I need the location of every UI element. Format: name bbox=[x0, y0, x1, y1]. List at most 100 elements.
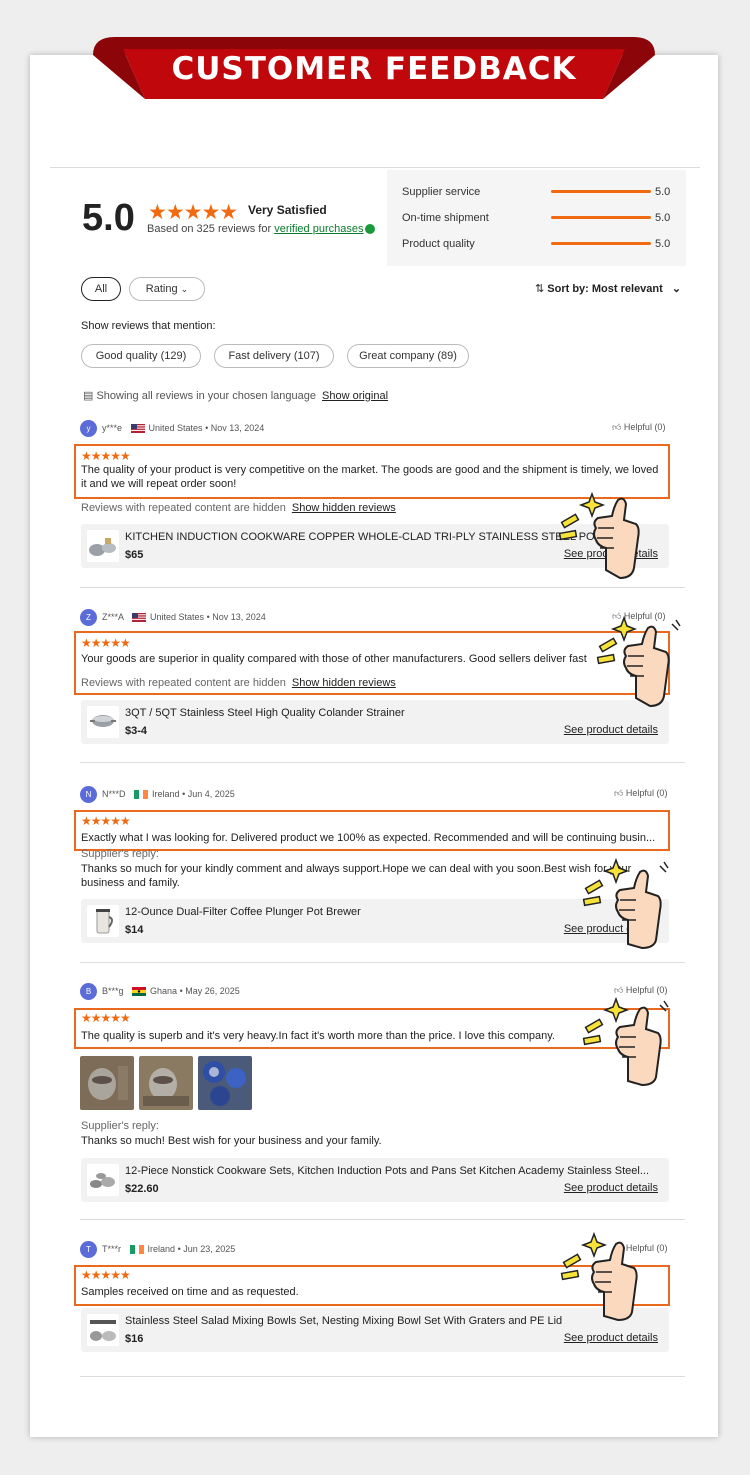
hidden-note-text: Reviews with repeated content are hidden bbox=[81, 502, 286, 514]
avatar: T bbox=[80, 1241, 97, 1258]
divider bbox=[80, 1376, 685, 1377]
reviewer-name: N***D bbox=[102, 788, 126, 799]
avatar: Z bbox=[80, 609, 97, 626]
reviewer-country: United States bbox=[148, 422, 203, 433]
hidden-note: Reviews with repeated content are hidden… bbox=[81, 502, 396, 514]
review-stars: ★★★★★ bbox=[81, 1268, 131, 1282]
sort-dropdown[interactable]: ⇅ Sort by: Most relevant ⌄ bbox=[535, 282, 681, 295]
reviewer-country: Ireland bbox=[152, 788, 180, 799]
show-original-link[interactable]: Show original bbox=[322, 390, 388, 402]
product-thumbnail bbox=[87, 530, 119, 562]
product-price: $65 bbox=[125, 549, 144, 561]
review-count-text: Based on 325 reviews for verified purcha… bbox=[147, 223, 376, 235]
divider bbox=[80, 762, 685, 763]
flag-ireland-icon bbox=[134, 790, 149, 799]
mention-tag[interactable]: Fast delivery (107) bbox=[214, 344, 334, 368]
product-name: 12-Piece Nonstick Cookware Sets, Kitchen… bbox=[125, 1165, 650, 1177]
mention-tag[interactable]: Good quality (129) bbox=[81, 344, 201, 368]
filter-rating-label: Rating bbox=[145, 283, 178, 295]
metric-bar bbox=[551, 242, 651, 245]
show-hidden-reviews-link[interactable]: Show hidden reviews bbox=[292, 502, 396, 514]
divider bbox=[50, 167, 700, 168]
divider bbox=[80, 962, 685, 963]
see-product-details-link[interactable]: See product details bbox=[564, 1332, 658, 1344]
product-thumbnail bbox=[87, 905, 119, 937]
product-price: $22.60 bbox=[125, 1183, 159, 1195]
product-thumbnail bbox=[87, 1314, 119, 1346]
review-text: Your goods are superior in quality compa… bbox=[81, 653, 587, 665]
review-header: N N***D Ireland • Jun 4, 2025 bbox=[80, 786, 235, 803]
metric-value: 5.0 bbox=[655, 238, 671, 250]
helpful-button[interactable]: 👍︎ Helpful (0) bbox=[614, 788, 667, 799]
reviewer-name: Z***A bbox=[102, 611, 124, 622]
product-name: 3QT / 5QT Stainless Steel High Quality C… bbox=[125, 707, 405, 719]
supplier-reply-label: Supplier's reply: bbox=[81, 848, 159, 860]
metric-value: 5.0 bbox=[655, 212, 671, 224]
thumbs-up-sticker-icon bbox=[558, 491, 640, 580]
product-thumbnail bbox=[87, 1164, 119, 1196]
see-product-details-link[interactable]: See product details bbox=[564, 724, 658, 736]
helpful-label: Helpful (0) bbox=[625, 985, 668, 995]
review-stars: ★★★★★ bbox=[81, 449, 131, 463]
review-photo[interactable] bbox=[139, 1056, 193, 1110]
product-card[interactable]: 3QT / 5QT Stainless Steel High Quality C… bbox=[81, 700, 669, 744]
review-date: May 26, 2025 bbox=[185, 985, 240, 996]
avatar: y bbox=[80, 420, 97, 437]
thumbs-up-sticker-icon bbox=[560, 1231, 638, 1322]
language-note-text: Showing all reviews in your chosen langu… bbox=[96, 390, 316, 402]
supplier-reply-text: Thanks so much for your kindly comment a… bbox=[81, 863, 632, 889]
reviewer-name: y***e bbox=[102, 422, 123, 433]
sort-icon: ⇅ bbox=[535, 283, 545, 295]
reviewer-country: United States bbox=[150, 611, 205, 622]
product-price: $3-4 bbox=[125, 725, 148, 737]
reviewer-country: Ireland bbox=[147, 1243, 176, 1254]
metric-bar bbox=[551, 216, 651, 219]
banner-title: CUSTOMER FEEDBACK bbox=[171, 51, 577, 87]
review-text: Exactly what I was looking for. Delivere… bbox=[81, 832, 656, 844]
satisfaction-label: Very Satisfied bbox=[248, 203, 327, 217]
metric-label: Supplier service bbox=[402, 186, 481, 198]
avatar: N bbox=[80, 786, 97, 803]
review-photo[interactable] bbox=[80, 1056, 134, 1110]
metric-value: 5.0 bbox=[655, 186, 671, 198]
banner: CUSTOMER FEEDBACK bbox=[93, 37, 655, 99]
rating-metrics: Supplier service 5.0 On-time shipment 5.… bbox=[387, 170, 686, 266]
metric-bar bbox=[551, 190, 651, 193]
review-header: T T***r Ireland • Jun 23, 2025 bbox=[80, 1241, 235, 1258]
review-photo[interactable] bbox=[198, 1056, 252, 1110]
divider bbox=[80, 587, 685, 588]
chevron-down-icon: ⌄ bbox=[180, 284, 189, 294]
review-text: The quality of your product is very comp… bbox=[81, 464, 659, 490]
avatar: B bbox=[80, 983, 97, 1000]
hidden-note-text: Reviews with repeated content are hidden bbox=[81, 677, 286, 689]
flag-us-icon bbox=[130, 424, 145, 433]
sort-label: Sort by: Most relevant bbox=[547, 283, 663, 295]
helpful-label: Helpful (0) bbox=[623, 422, 666, 432]
see-product-details-link[interactable]: See product details bbox=[564, 1182, 658, 1194]
review-text: The quality is superb and it's very heav… bbox=[81, 1030, 555, 1042]
helpful-button[interactable]: 👍︎ Helpful (0) bbox=[612, 422, 665, 433]
thumbs-up-sticker-icon bbox=[596, 615, 681, 708]
overall-score: 5.0 bbox=[82, 197, 135, 239]
show-hidden-reviews-link[interactable]: Show hidden reviews bbox=[292, 677, 396, 689]
review-stars: ★★★★★ bbox=[81, 814, 131, 828]
review-date: Nov 13, 2024 bbox=[210, 422, 265, 433]
product-price: $16 bbox=[125, 1333, 144, 1345]
chevron-down-icon: ⌄ bbox=[671, 283, 682, 295]
filter-all-button[interactable]: All bbox=[81, 277, 121, 301]
metric-label: Product quality bbox=[402, 238, 475, 250]
verified-purchases-link[interactable]: verified purchases bbox=[274, 223, 363, 235]
mention-tag[interactable]: Great company (89) bbox=[347, 344, 469, 368]
translate-icon: ▤ bbox=[83, 390, 94, 402]
supplier-reply-text: Thanks so much! Best wish for your busin… bbox=[81, 1135, 382, 1147]
review-stars: ★★★★★ bbox=[81, 1011, 131, 1025]
product-card[interactable]: 12-Piece Nonstick Cookware Sets, Kitchen… bbox=[81, 1158, 669, 1202]
product-thumbnail bbox=[87, 706, 119, 738]
product-price: $14 bbox=[125, 924, 144, 936]
review-header: Z Z***A United States • Nov 13, 2024 bbox=[80, 609, 266, 626]
review-header: y y***e United States • Nov 13, 2024 bbox=[80, 420, 265, 437]
filter-rating-dropdown[interactable]: Rating ⌄ bbox=[129, 277, 205, 301]
review-header: B B***g Ghana • May 26, 2025 bbox=[80, 983, 240, 1000]
flag-ghana-icon bbox=[132, 987, 147, 996]
review-stars: ★★★★★ bbox=[81, 636, 131, 650]
